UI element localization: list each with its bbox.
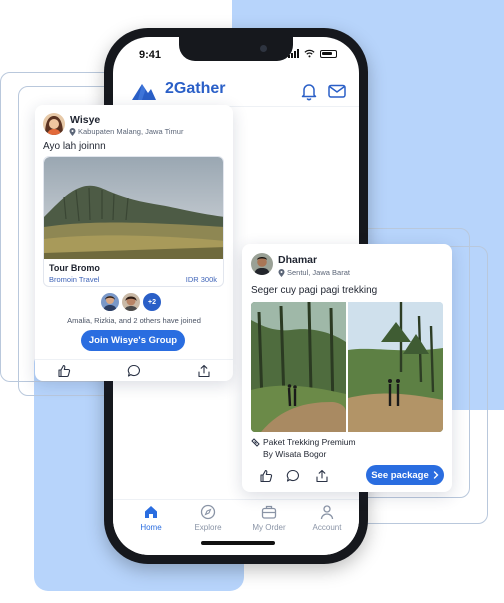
home-icon [145,506,157,518]
location-pin-icon [69,127,76,136]
compass-icon [200,504,216,520]
see-package-button[interactable]: See package [366,465,444,485]
location-pin-icon [278,268,285,277]
joined-text: Amalia, Rizkia, and 2 others have joined [67,316,201,325]
tab-explore[interactable]: Explore [180,504,236,532]
see-package-label: See package [371,469,429,481]
briefcase-icon [261,505,277,519]
user-name[interactable]: Wisye [70,114,100,126]
tab-label: Account [312,523,342,532]
comment-icon[interactable] [286,469,300,483]
join-group-button[interactable]: Join Wisye's Group [81,330,185,351]
app-logo-icon [132,84,156,100]
status-icons [288,49,337,58]
post-actions [35,359,233,381]
phone-notch [179,37,293,61]
battery-icon [320,50,337,58]
notification-bell-icon[interactable] [299,81,319,101]
user-name[interactable]: Dhamar [278,254,317,266]
tab-my-order[interactable]: My Order [241,504,297,532]
wifi-icon [304,49,315,58]
post-card-dhamar: Dhamar Sentul, Jawa Barat Seger cuy pagi… [242,244,452,492]
post-text: Seger cuy pagi pagi trekking [251,285,378,296]
mail-icon[interactable] [327,81,347,101]
chevron-right-icon [433,471,439,479]
post-card-wisye: Wisye Kabupaten Malang, Jawa Timur Ayo l… [35,105,233,381]
user-location: Sentul, Jawa Barat [278,268,350,277]
app-header: 2Gather [113,67,359,107]
share-icon[interactable] [197,364,211,378]
tour-agency: Bromoin Travel [49,275,100,284]
tab-label: My Order [252,523,286,532]
avatar[interactable] [251,253,273,275]
status-time: 9:41 [139,49,162,61]
like-icon[interactable] [57,364,71,378]
signal-icon [288,49,299,58]
trekking-photo[interactable] [251,302,443,432]
avatar[interactable] [43,113,65,135]
tour-name: Tour Bromo [49,263,100,273]
home-indicator [201,541,275,545]
location-text: Kabupaten Malang, Jawa Timur [78,127,184,136]
tour-price: IDR 300k [185,275,217,284]
joined-avatars: +2 [99,291,179,315]
avatar [120,291,142,313]
tab-account[interactable]: Account [299,504,355,532]
tab-label: Home [140,523,162,532]
package-name[interactable]: Paket Trekking Premium [263,437,356,447]
avatar [99,291,121,313]
tab-label: Explore [194,523,222,532]
ticket-icon [251,437,260,447]
post-actions: See package [242,462,452,492]
post-text: Ayo lah joinnn [43,141,106,152]
share-icon[interactable] [315,469,329,483]
like-icon[interactable] [259,469,273,483]
app-title: 2Gather [165,80,226,97]
user-location: Kabupaten Malang, Jawa Timur [69,127,183,136]
user-icon [320,505,334,520]
tour-card[interactable]: Tour Bromo Bromoin Travel IDR 300k [43,156,224,287]
location-text: Sentul, Jawa Barat [287,268,350,277]
comment-icon[interactable] [127,364,141,378]
package-by: By Wisata Bogor [263,449,327,459]
bottom-tab-bar: Home Explore My Order Account [113,499,359,555]
joined-more-count: +2 [141,291,163,313]
tour-photo-bromo [44,157,223,259]
package-name-row: Paket Trekking Premium [251,437,356,447]
tab-home[interactable]: Home [123,504,179,532]
